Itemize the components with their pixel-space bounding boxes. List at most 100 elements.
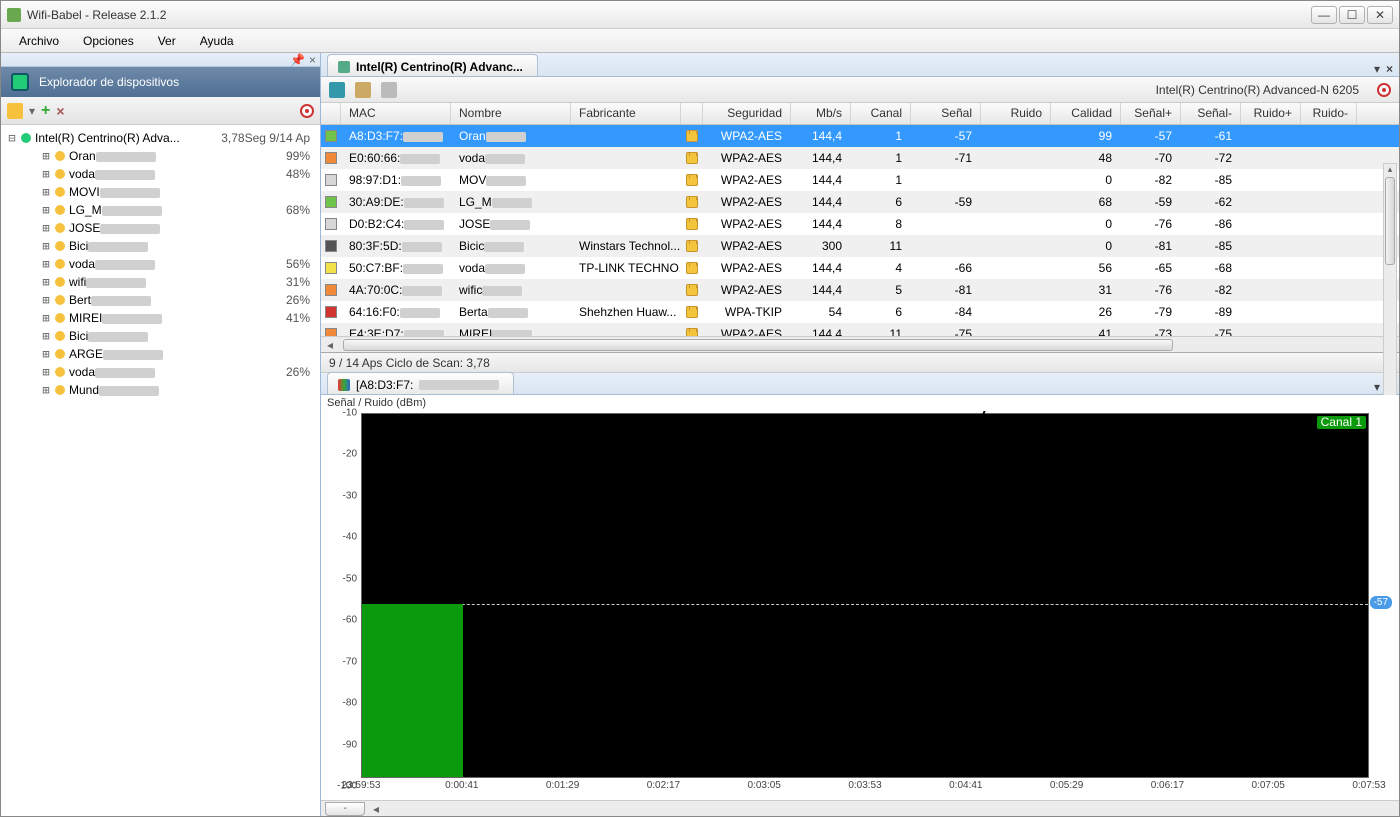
chart-dropdown-icon[interactable]: ▾ (1374, 380, 1380, 394)
lock-icon (55, 295, 65, 305)
table-row[interactable]: A8:D3:F7: Oran WPA2-AES 144,4 1 -57 99 -… (321, 125, 1399, 147)
lock-icon (686, 262, 698, 274)
close-tab-icon[interactable]: × (1386, 62, 1393, 76)
chart-tab[interactable]: [A8:D3:F7: (327, 372, 514, 394)
save-icon[interactable] (329, 82, 345, 98)
chart-canvas[interactable]: Canal 1 -57 (361, 413, 1369, 778)
adapter-full-label: Intel(R) Centrino(R) Advanced-N 6205 (1156, 83, 1359, 97)
lock-icon (686, 284, 698, 296)
col-mac: MAC (341, 103, 451, 124)
lock-icon (55, 367, 65, 377)
col-sigm: Señal- (1181, 103, 1241, 124)
lock-icon (55, 169, 65, 179)
lock-icon (55, 331, 65, 341)
chart-bottom-scroll[interactable]: - ◂ (321, 800, 1399, 816)
tree-item[interactable]: ⊞Bici (7, 327, 314, 345)
menu-help[interactable]: Ayuda (190, 31, 244, 51)
col-mbs: Mb/s (791, 103, 851, 124)
table-body[interactable]: A8:D3:F7: Oran WPA2-AES 144,4 1 -57 99 -… (321, 125, 1399, 336)
table-header[interactable]: MAC Nombre Fabricante Seguridad Mb/s Can… (321, 103, 1399, 125)
tree-item[interactable]: ⊞JOSE (7, 219, 314, 237)
col-noisep: Ruido+ (1241, 103, 1301, 124)
chart-page-tab[interactable]: - (325, 802, 365, 816)
tree-item[interactable]: ⊞LG_M68% (7, 201, 314, 219)
window-title: Wifi-Babel - Release 2.1.2 (27, 8, 1309, 22)
lock-icon (55, 241, 65, 251)
adapter-tab[interactable]: Intel(R) Centrino(R) Advanc... (327, 54, 538, 76)
titlebar: Wifi-Babel - Release 2.1.2 — ☐ ✕ (1, 1, 1399, 29)
minimize-button[interactable]: — (1311, 6, 1337, 24)
lock-icon (55, 259, 65, 269)
tree-item[interactable]: ⊞ARGE (7, 345, 314, 363)
h-scroll-thumb[interactable] (343, 339, 1173, 351)
lock-icon (686, 328, 698, 336)
table-row[interactable]: 4A:70:0C: wific WPA2-AES 144,4 5 -81 31 … (321, 279, 1399, 301)
channel-badge: Canal 1 (1317, 416, 1366, 429)
menubar: Archivo Opciones Ver Ayuda (1, 29, 1399, 53)
options-icon[interactable] (381, 82, 397, 98)
table-row[interactable]: 80:3F:5D: Bicic Winstars Technol... WPA2… (321, 235, 1399, 257)
lock-icon (686, 130, 698, 142)
tree-item[interactable]: ⊞Oran99% (7, 147, 314, 165)
table-row[interactable]: 30:A9:DE: LG_M WPA2-AES 144,4 6 -59 68 -… (321, 191, 1399, 213)
table-row[interactable]: 64:16:F0: Berta Shehzhen Huaw... WPA-TKI… (321, 301, 1399, 323)
chart-tab-label: [A8:D3:F7: (356, 378, 413, 392)
status-bar: 9 / 14 Aps Ciclo de Scan: 3,78 (321, 353, 1399, 373)
table-vertical-scrollbar[interactable]: ▴ (1383, 163, 1397, 403)
col-sig: Señal (911, 103, 981, 124)
tree-item[interactable]: ⊞wifi31% (7, 273, 314, 291)
add-icon[interactable]: + (41, 104, 50, 118)
tree-item[interactable]: ⊞Bici (7, 237, 314, 255)
app-icon (7, 8, 21, 22)
stop-scan-icon[interactable] (300, 104, 314, 118)
tree-item[interactable]: ⊞MIREI41% (7, 309, 314, 327)
table-horizontal-scrollbar[interactable]: ◂ (321, 336, 1399, 352)
chart-area: Señal / Ruido (dBm) -10-20-30-40-50-60-7… (321, 395, 1399, 816)
signal-value-badge: -57 (1370, 596, 1392, 609)
tree-item[interactable]: ⊞MOVI (7, 183, 314, 201)
folder-icon[interactable] (7, 103, 23, 119)
delete-icon[interactable]: × (56, 103, 64, 119)
signal-area (362, 604, 463, 777)
menu-view[interactable]: Ver (148, 31, 186, 51)
lock-icon (686, 240, 698, 252)
tree-item[interactable]: ⊞Bert26% (7, 291, 314, 309)
table-row[interactable]: E0:60:66: voda WPA2-AES 144,4 1 -71 48 -… (321, 147, 1399, 169)
table-row[interactable]: 98:97:D1: MOV WPA2-AES 144,4 1 0 -82 -85 (321, 169, 1399, 191)
sidebar: 📌 × Explorador de dispositivos ▾ + × ⊟ I… (1, 53, 321, 816)
tree-item[interactable]: ⊞voda26% (7, 363, 314, 381)
lock-icon (55, 223, 65, 233)
adapter-tab-label: Intel(R) Centrino(R) Advanc... (356, 60, 523, 74)
tree-root[interactable]: ⊟ Intel(R) Centrino(R) Adva... 3,78Seg 9… (7, 129, 314, 147)
tree-item[interactable]: ⊞voda48% (7, 165, 314, 183)
export-icon[interactable] (355, 82, 371, 98)
table-row[interactable]: E4:3E:D7: MIREI WPA2-AES 144,4 11 -75 41… (321, 323, 1399, 336)
chart-icon (338, 379, 350, 391)
stop-icon[interactable] (1377, 83, 1391, 97)
tab-dropdown-icon[interactable]: ▾ (1374, 62, 1380, 76)
networks-table: MAC Nombre Fabricante Seguridad Mb/s Can… (321, 103, 1399, 353)
col-sigp: Señal+ (1121, 103, 1181, 124)
menu-file[interactable]: Archivo (9, 31, 69, 51)
pin-icon[interactable]: 📌 (290, 53, 305, 67)
adapter-tabstrip: Intel(R) Centrino(R) Advanc... ▾ × (321, 53, 1399, 77)
col-ch: Canal (851, 103, 911, 124)
chart-title: Señal / Ruido (dBm) (321, 395, 1399, 413)
v-scroll-thumb[interactable] (1385, 177, 1395, 265)
close-panel-icon[interactable]: × (309, 53, 316, 67)
table-row[interactable]: 50:C7:BF: voda TP-LINK TECHNO... WPA2-AE… (321, 257, 1399, 279)
tree-item[interactable]: ⊞voda56% (7, 255, 314, 273)
chart-tabstrip: [A8:D3:F7: ▾ × (321, 373, 1399, 395)
chart-yaxis: -10-20-30-40-50-60-70-80-90-100 (321, 413, 361, 786)
adapter-icon (338, 61, 350, 73)
tree-item[interactable]: ⊞Mund (7, 381, 314, 399)
maximize-button[interactable]: ☐ (1339, 6, 1365, 24)
device-tree[interactable]: ⊟ Intel(R) Centrino(R) Adva... 3,78Seg 9… (1, 125, 320, 816)
menu-options[interactable]: Opciones (73, 31, 144, 51)
sidebar-toolbar: ▾ + × (1, 97, 320, 125)
close-button[interactable]: ✕ (1367, 6, 1393, 24)
lock-icon (55, 205, 65, 215)
status-text: 9 / 14 Aps Ciclo de Scan: 3,78 (329, 356, 490, 370)
lock-icon (55, 151, 65, 161)
table-row[interactable]: D0:B2:C4: JOSE WPA2-AES 144,4 8 0 -76 -8… (321, 213, 1399, 235)
